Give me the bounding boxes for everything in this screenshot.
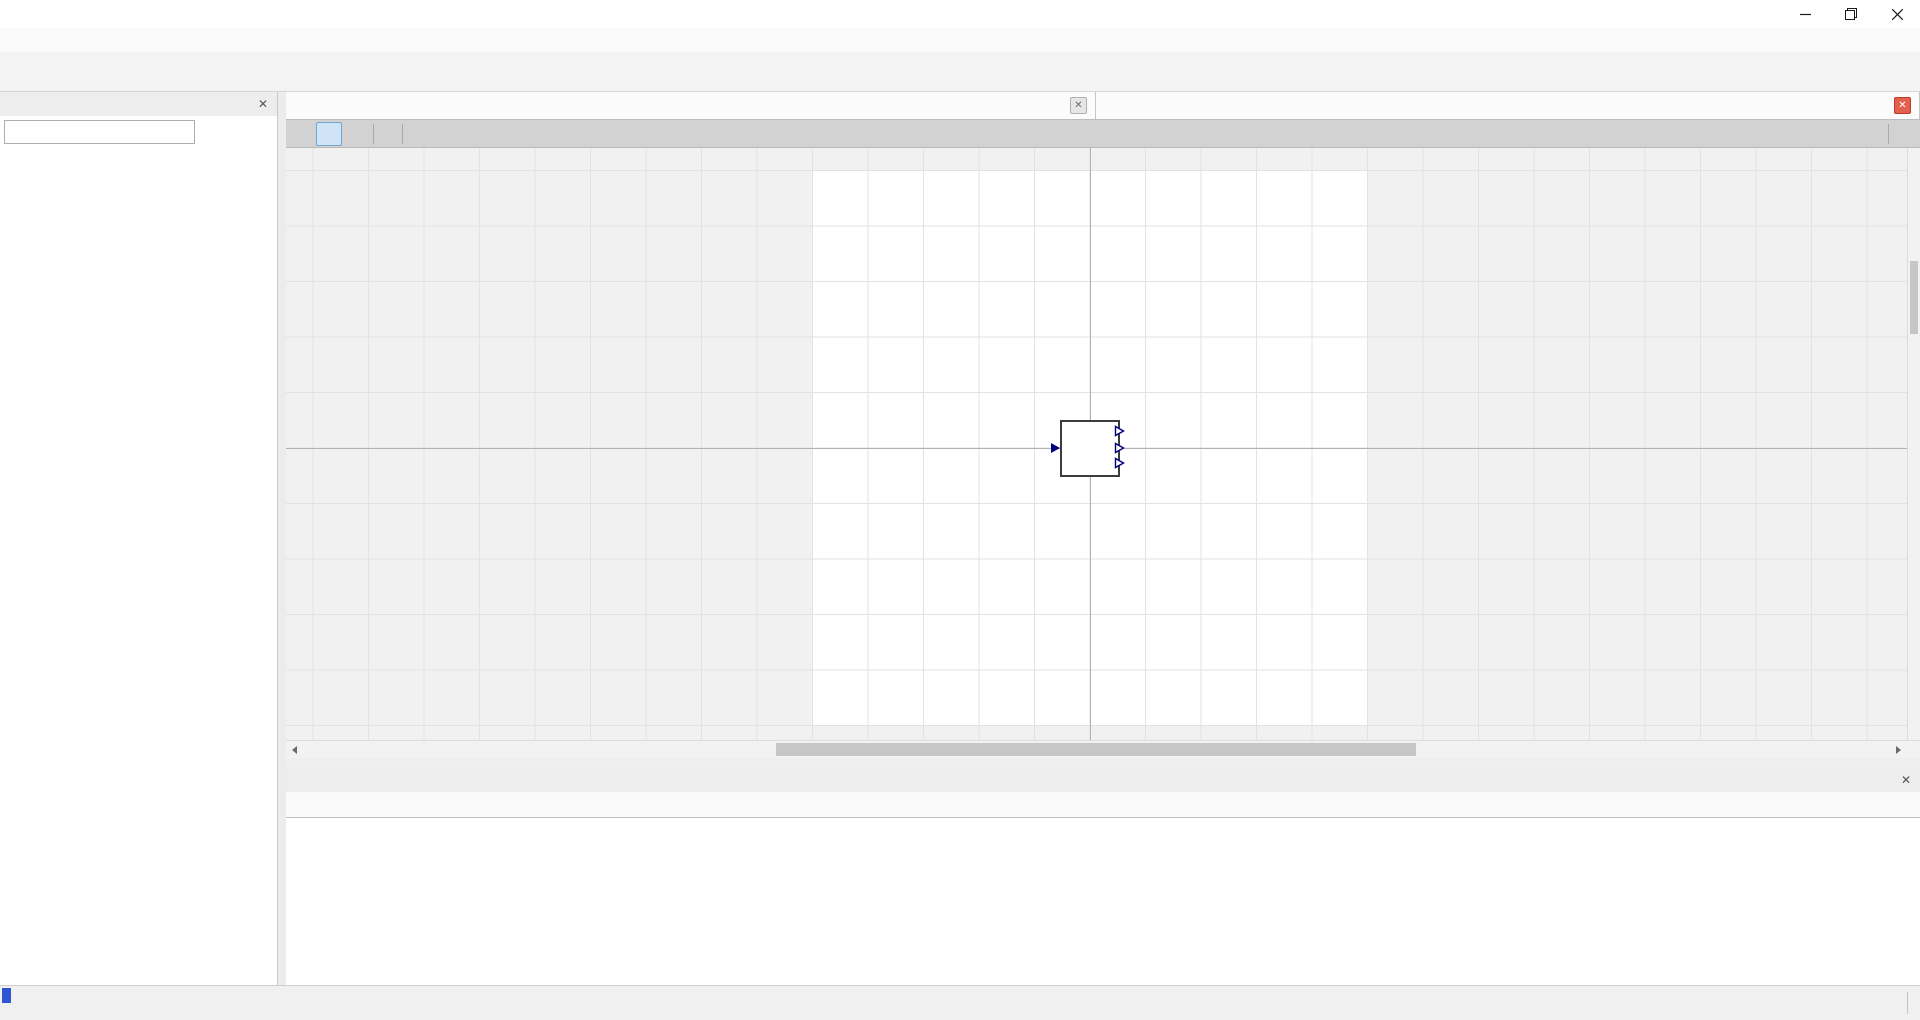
scroll-to-active-icon[interactable] bbox=[251, 121, 273, 143]
float-messages-icon[interactable] bbox=[1874, 772, 1890, 788]
libraries-browser-panel: ✕ bbox=[0, 92, 278, 985]
filter-row bbox=[0, 116, 277, 148]
output-port-2-icon[interactable] bbox=[1114, 442, 1126, 454]
horizontal-scrollbar[interactable] bbox=[286, 740, 1920, 758]
output-port-1-icon[interactable] bbox=[1114, 425, 1126, 437]
menubar bbox=[0, 28, 1920, 52]
tab-root[interactable]: ✕ bbox=[1096, 92, 1920, 119]
messages-splitter[interactable] bbox=[286, 758, 1920, 768]
canvas-wrap bbox=[286, 148, 1920, 740]
separator bbox=[1888, 124, 1889, 144]
expand-all-icon[interactable] bbox=[225, 121, 247, 143]
libraries-browser-header: ✕ bbox=[0, 92, 277, 116]
close-button[interactable] bbox=[1874, 0, 1920, 28]
filter-classes-input[interactable] bbox=[4, 120, 195, 144]
titlebar bbox=[0, 0, 1920, 28]
float-panel-icon[interactable] bbox=[231, 96, 247, 112]
diagram-canvas[interactable] bbox=[286, 148, 1907, 740]
tab-model[interactable]: ✕ bbox=[286, 92, 1096, 119]
input-port-icon[interactable] bbox=[1050, 442, 1062, 454]
vertical-scrollbar-thumb[interactable] bbox=[1910, 261, 1918, 334]
main-toolbar bbox=[0, 52, 1920, 92]
root-tab-icon bbox=[1104, 97, 1122, 115]
scroll-left-icon[interactable] bbox=[286, 741, 303, 758]
separator bbox=[402, 124, 403, 144]
component-dualmassoscillator[interactable] bbox=[1060, 420, 1120, 477]
main-area: ✕ ✕ bbox=[0, 92, 1920, 985]
app-logo-icon bbox=[8, 4, 28, 24]
vertical-scrollbar[interactable] bbox=[1907, 148, 1920, 740]
progress-indicator bbox=[2, 988, 11, 1003]
omedit-window: ✕ ✕ bbox=[0, 0, 1920, 1020]
mdi-tabbar: ✕ ✕ bbox=[286, 92, 1920, 120]
model-subtoolbar bbox=[286, 120, 1920, 148]
minimize-button[interactable] bbox=[1782, 0, 1828, 28]
restore-button[interactable] bbox=[1828, 0, 1874, 28]
output-port-3-icon[interactable] bbox=[1114, 457, 1126, 469]
libraries-tree bbox=[0, 148, 277, 985]
diagram-view-button[interactable] bbox=[316, 122, 342, 146]
messages-tabs bbox=[286, 792, 1920, 818]
window-controls bbox=[1782, 0, 1920, 28]
text-view-button[interactable] bbox=[342, 122, 368, 146]
statusbar bbox=[0, 985, 1920, 1020]
messages-browser-panel: ✕ bbox=[286, 768, 1920, 985]
scroll-right-icon[interactable] bbox=[1890, 741, 1907, 758]
lock-open-icon[interactable] bbox=[1894, 124, 1914, 144]
collapse-all-icon[interactable] bbox=[199, 121, 221, 143]
separator bbox=[1907, 992, 1908, 1014]
separator bbox=[373, 124, 374, 144]
icon-view-button[interactable] bbox=[290, 122, 316, 146]
close-messages-icon[interactable]: ✕ bbox=[1898, 772, 1914, 788]
model-tab-close-icon[interactable]: ✕ bbox=[1070, 97, 1087, 114]
libraries-root-label bbox=[0, 152, 277, 176]
close-panel-icon[interactable]: ✕ bbox=[255, 96, 271, 112]
view-mode-button[interactable] bbox=[408, 122, 426, 146]
workspace: ✕ ✕ bbox=[286, 92, 1920, 985]
root-tab-close-icon[interactable]: ✕ bbox=[1894, 97, 1911, 114]
horizontal-scrollbar-thumb[interactable] bbox=[776, 743, 1416, 756]
panel-splitter[interactable] bbox=[278, 92, 286, 985]
model-tab-icon bbox=[294, 97, 312, 115]
messages-content bbox=[286, 818, 1920, 985]
writable-button[interactable] bbox=[379, 122, 397, 146]
messages-browser-header: ✕ bbox=[286, 768, 1920, 792]
